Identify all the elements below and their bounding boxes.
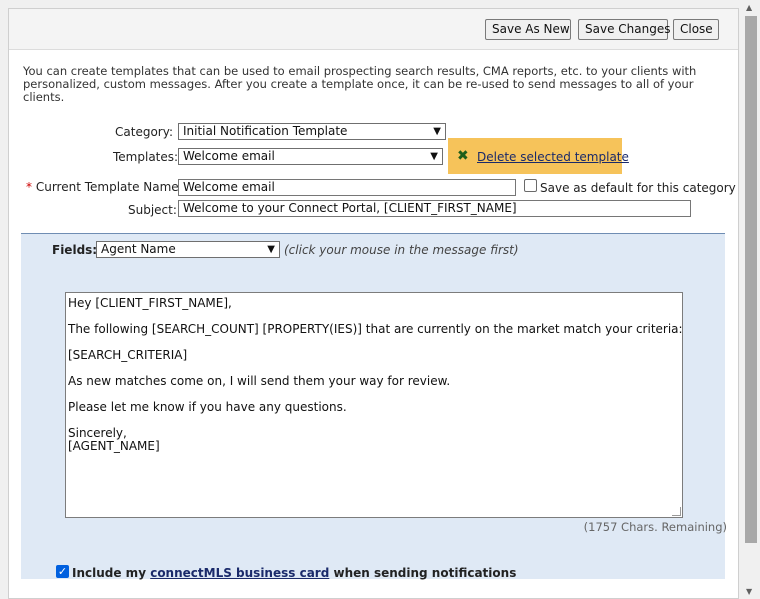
category-value: Initial Notification Template <box>183 124 348 138</box>
business-card-link[interactable]: connectMLS business card <box>150 566 329 580</box>
x-icon[interactable]: ✖ <box>457 148 469 164</box>
templates-label: Templates: <box>113 150 179 164</box>
category-select[interactable]: Initial Notification Template ▼ <box>178 123 446 140</box>
chevron-down-icon: ▼ <box>267 244 275 255</box>
templates-select[interactable]: Welcome email ▼ <box>178 148 443 165</box>
template-editor-dialog: Save As New Save Changes Close You can c… <box>8 8 739 599</box>
message-line: [AGENT_NAME] <box>68 439 160 453</box>
templates-value: Welcome email <box>183 149 275 163</box>
fields-panel: Fields: Agent Name ▼ (click your mouse i… <box>21 233 727 580</box>
message-line: Sincerely, <box>68 426 127 440</box>
message-line: Hey [CLIENT_FIRST_NAME], <box>68 296 232 310</box>
delete-template-highlight: ✖ Delete selected template <box>448 138 629 174</box>
chars-remaining: (1757 Chars. Remaining) <box>583 520 727 534</box>
scroll-up-arrow-icon[interactable]: ▲ <box>746 3 752 12</box>
intro-text: You can create templates that can be use… <box>23 64 697 104</box>
business-card-prefix: Include my <box>72 566 147 580</box>
message-textarea[interactable]: Hey [CLIENT_FIRST_NAME], The following [… <box>65 292 683 518</box>
default-checkbox[interactable] <box>524 179 537 192</box>
save-changes-button[interactable]: Save Changes <box>578 19 670 40</box>
required-marker: * <box>26 180 32 194</box>
delete-template-link[interactable]: Delete selected template <box>477 150 629 164</box>
template-name-label-text: Current Template Name: <box>35 180 183 194</box>
scroll-down-arrow-icon[interactable]: ▼ <box>746 587 752 596</box>
resize-grip[interactable] <box>672 507 681 516</box>
chevron-down-icon: ▼ <box>433 126 441 137</box>
template-name-input[interactable]: Welcome email <box>178 179 516 196</box>
business-card-suffix: when sending notifications <box>333 566 517 580</box>
subject-label: Subject: <box>128 203 177 217</box>
toolbar: Save As New Save Changes Close <box>9 9 738 50</box>
close-button[interactable]: Close <box>673 19 719 40</box>
vertical-scrollbar[interactable]: ▲ ▼ <box>742 0 760 599</box>
business-card-checkbox[interactable]: ✓ <box>56 565 69 578</box>
fields-label: Fields: <box>52 243 98 257</box>
business-card-label: Include my connectMLS business card when… <box>72 566 516 580</box>
message-line: As new matches come on, I will send them… <box>68 374 451 388</box>
message-line: Please let me know if you have any quest… <box>68 400 347 414</box>
fields-value: Agent Name <box>101 242 176 256</box>
message-line: The following [SEARCH_COUNT] [PROPERTY(I… <box>68 322 683 336</box>
fields-hint: (click your mouse in the message first) <box>284 243 519 257</box>
category-label: Category: <box>115 125 173 139</box>
message-line: [SEARCH_CRITERIA] <box>68 348 188 362</box>
fields-select[interactable]: Agent Name ▼ <box>96 241 280 258</box>
chevron-down-icon: ▼ <box>430 151 438 162</box>
save-as-new-button[interactable]: Save As New <box>485 19 571 40</box>
scrollbar-thumb[interactable] <box>745 16 757 543</box>
template-name-label: * Current Template Name: <box>26 180 183 194</box>
subject-input[interactable]: Welcome to your Connect Portal, [CLIENT_… <box>178 200 691 217</box>
default-checkbox-label: Save as default for this category <box>540 181 736 195</box>
